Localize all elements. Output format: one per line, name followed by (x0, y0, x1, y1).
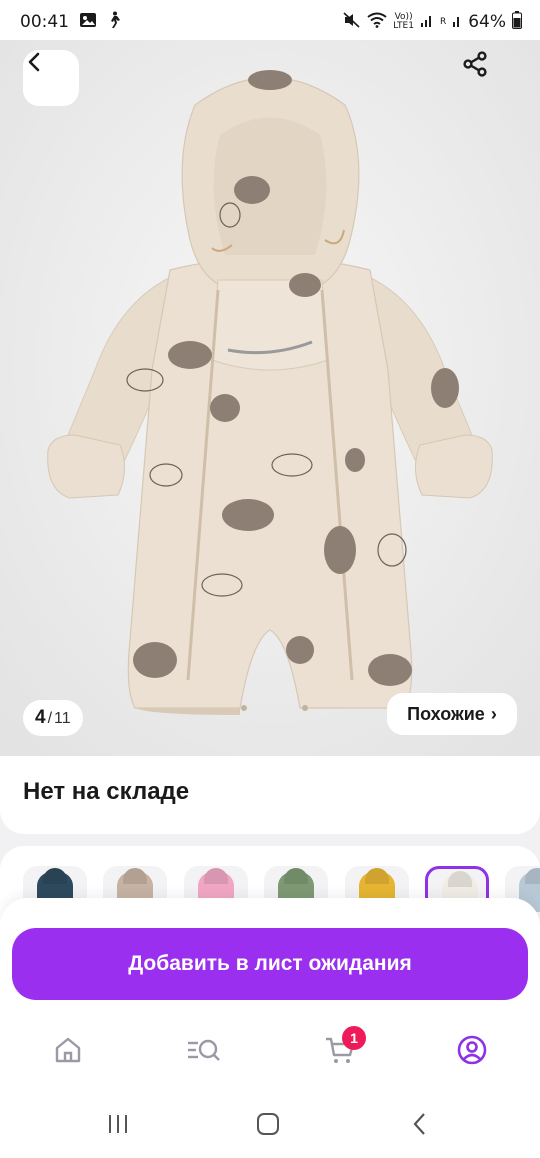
signal2-icon (452, 12, 462, 32)
add-to-waitlist-button[interactable]: Добавить в лист ожидания (12, 928, 528, 1000)
image-counter: 4 / 11 (23, 700, 83, 736)
stock-status: Нет на складе (23, 778, 190, 805)
lte-label: LTE1 (393, 21, 414, 31)
gallery-notification-icon (79, 12, 97, 33)
back-button[interactable] (23, 50, 79, 106)
variant-hood (284, 868, 308, 884)
battery-icon (512, 11, 522, 33)
recent-apps-icon (106, 1113, 130, 1140)
home-button[interactable] (248, 1108, 288, 1144)
signal-icon (420, 12, 434, 32)
home-square-icon (256, 1112, 280, 1141)
variant-hood (448, 871, 472, 887)
system-nav (0, 1094, 540, 1158)
similar-button[interactable]: Похожие › (387, 693, 517, 735)
walking-activity-icon (107, 11, 121, 34)
variant-hood (365, 868, 389, 884)
nav-cart[interactable]: 1 (312, 1026, 368, 1074)
variant-hood (525, 868, 540, 884)
image-counter-total: 11 (54, 710, 71, 727)
similar-label: Похожие (407, 703, 485, 724)
volte-indicator: Vo)) LTE1 (393, 13, 414, 31)
nav-profile[interactable] (444, 1030, 500, 1074)
image-counter-current: 4 (35, 707, 46, 728)
snowsuit-illustration (0, 40, 540, 758)
variant-hood (43, 868, 67, 884)
chevron-right-icon: › (490, 703, 497, 724)
profile-icon (456, 1034, 488, 1071)
nav-home[interactable] (40, 1030, 96, 1074)
catalog-search-icon (186, 1035, 222, 1070)
home-icon (53, 1035, 83, 1070)
image-counter-separator: / (47, 710, 53, 727)
recent-apps-button[interactable] (98, 1108, 138, 1144)
wifi-icon (367, 12, 387, 32)
chevron-left-icon (410, 1112, 430, 1141)
bottom-nav: 1 (0, 1010, 540, 1094)
signal2-label: R (439, 16, 447, 27)
status-bar: 00:41 Vo)) LTE1 R 64% (0, 0, 540, 44)
mute-icon (343, 12, 361, 32)
system-back-button[interactable] (400, 1108, 440, 1144)
variant-hood (204, 868, 228, 884)
product-image[interactable]: 4 / 11 Похожие › (0, 40, 540, 758)
cart-badge: 1 (342, 1026, 366, 1050)
share-button[interactable] (461, 50, 517, 106)
status-time: 00:41 (20, 12, 69, 32)
nav-catalog[interactable] (176, 1030, 232, 1074)
battery-percent: 64% (468, 12, 506, 32)
stock-card: Нет на складе (0, 756, 540, 834)
variant-hood (123, 868, 147, 884)
